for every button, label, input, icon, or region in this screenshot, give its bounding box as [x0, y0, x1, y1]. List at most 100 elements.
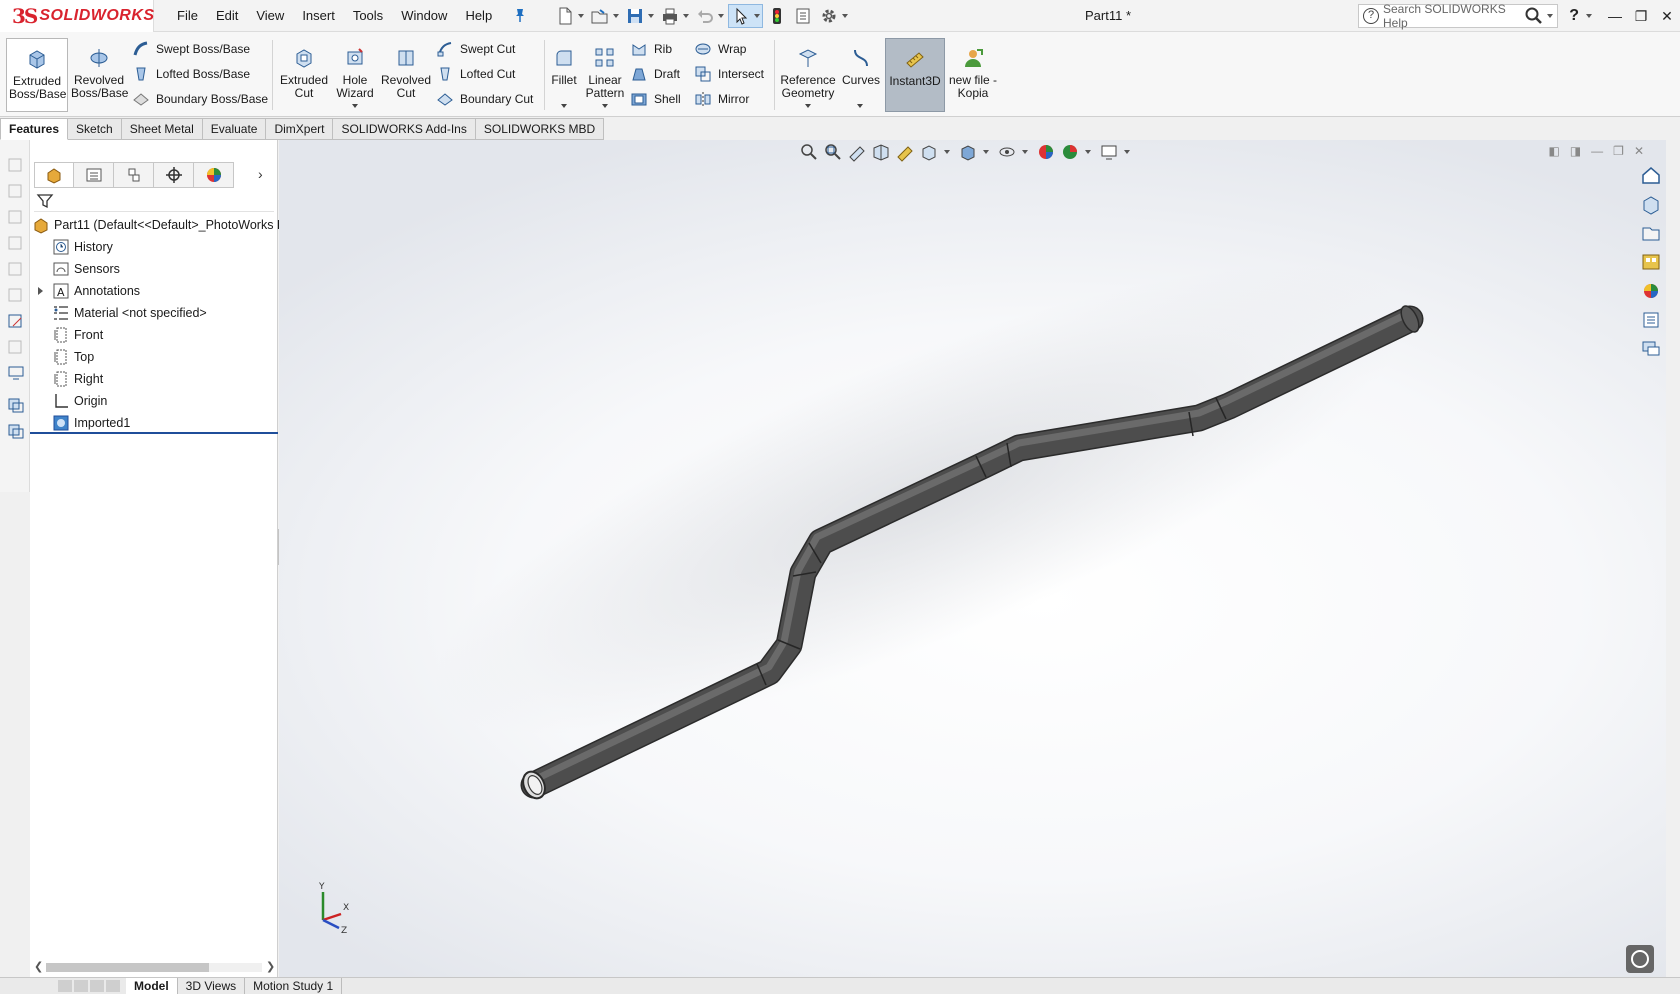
minimize-button[interactable]: — [1602, 8, 1628, 24]
fillet-button[interactable]: Fillet [548, 38, 580, 112]
draft-button[interactable]: Draft [630, 63, 680, 85]
file-explorer-icon[interactable] [1640, 222, 1662, 244]
tree-item-top-plane[interactable]: Top [30, 346, 278, 368]
undo-button[interactable] [693, 4, 726, 28]
curves-button[interactable]: Curves [840, 38, 882, 112]
tab-evaluate[interactable]: Evaluate [202, 118, 267, 140]
tab-features[interactable]: Features [0, 118, 69, 140]
rollback-bar[interactable] [30, 432, 278, 434]
search-input[interactable]: Search SOLIDWORKS Help [1383, 2, 1524, 30]
save-button[interactable] [623, 4, 656, 28]
strip-tool-icon[interactable] [7, 234, 25, 252]
strip-tool-icon[interactable] [7, 286, 25, 304]
open-button[interactable] [588, 4, 621, 28]
new-document-button[interactable] [553, 4, 586, 28]
shell-button[interactable]: Shell [630, 88, 681, 110]
reference-geometry-button[interactable]: Reference Geometry [778, 38, 838, 112]
forum-icon[interactable] [1640, 338, 1662, 360]
options-button[interactable] [817, 4, 850, 28]
pin-menu-icon[interactable] [511, 7, 529, 25]
scroll-left-icon[interactable]: ❮ [34, 960, 43, 973]
appearances-icon[interactable] [1640, 280, 1662, 302]
tab-feature-tree[interactable] [34, 162, 74, 188]
expand-panel-chevron-icon[interactable]: › [258, 166, 263, 182]
filter-funnel-icon[interactable] [36, 192, 54, 210]
strip-tool-icon[interactable] [7, 182, 25, 200]
boundary-cut-button[interactable]: Boundary Cut [436, 88, 533, 110]
select-button[interactable] [728, 3, 764, 28]
expand-arrow-icon[interactable] [38, 287, 43, 295]
tree-filter[interactable] [34, 190, 274, 212]
instant3d-button[interactable]: Instant3D [885, 38, 945, 112]
custom-properties-icon[interactable] [1640, 309, 1662, 331]
strip-tool-icon[interactable] [7, 208, 25, 226]
first-tab-icon[interactable] [58, 980, 72, 992]
tree-item-imported1[interactable]: Imported1 [30, 412, 278, 434]
rib-button[interactable]: Rib [630, 38, 672, 60]
new-file-kopia-button[interactable]: new file - Kopia [948, 38, 998, 112]
design-library-icon[interactable] [1640, 193, 1662, 215]
view-palette-icon[interactable] [1640, 251, 1662, 273]
tab-solidworks-mbd[interactable]: SOLIDWORKS MBD [475, 118, 605, 140]
scroll-right-icon[interactable]: ❯ [266, 960, 275, 973]
strip-tool-icon[interactable] [7, 156, 25, 174]
tree-item-annotations[interactable]: A Annotations [30, 280, 278, 302]
next-tab-icon[interactable] [90, 980, 104, 992]
search-icon[interactable] [1524, 6, 1544, 26]
restore-button[interactable]: ❐ [1628, 8, 1654, 25]
graphics-viewport[interactable]: ◧ ◨ — ❐ ✕ Y X Z [279, 140, 1666, 977]
intersect-button[interactable]: Intersect [694, 63, 764, 85]
lofted-boss-button[interactable]: Lofted Boss/Base [132, 63, 250, 85]
file-properties-button[interactable] [791, 4, 815, 28]
3d-tube-model[interactable] [279, 140, 1666, 977]
rebuild-button[interactable] [765, 4, 789, 28]
extruded-cut-button[interactable]: Extruded Cut [278, 38, 330, 112]
search-box[interactable]: ? Search SOLIDWORKS Help [1358, 2, 1558, 30]
linear-pattern-button[interactable]: Linear Pattern [584, 38, 626, 112]
menu-tools[interactable]: Tools [344, 0, 392, 32]
tree-item-right-plane[interactable]: Right [30, 368, 278, 390]
extruded-boss-button[interactable]: Extruded Boss/Base [6, 38, 68, 112]
lofted-cut-button[interactable]: Lofted Cut [436, 63, 515, 85]
menu-file[interactable]: File [168, 0, 207, 32]
hole-wizard-button[interactable]: Hole Wizard [330, 38, 380, 112]
close-button[interactable]: ✕ [1654, 8, 1680, 25]
layers-tool-icon[interactable] [7, 396, 25, 414]
swept-cut-button[interactable]: Swept Cut [436, 38, 515, 60]
rotate-view-button[interactable] [1626, 945, 1654, 973]
tab-3d-views[interactable]: 3D Views [178, 978, 246, 994]
tab-dimxpert[interactable]: DimXpert [266, 118, 334, 140]
menu-window[interactable]: Window [392, 0, 456, 32]
tab-sheet-metal[interactable]: Sheet Metal [121, 118, 203, 140]
help-button[interactable]: ? [1569, 7, 1579, 25]
tab-model[interactable]: Model [126, 978, 178, 994]
tree-item-origin[interactable]: Origin [30, 390, 278, 412]
tree-item-front-plane[interactable]: Front [30, 324, 278, 346]
last-tab-icon[interactable] [106, 980, 120, 992]
scroll-thumb[interactable] [46, 963, 209, 972]
tree-item-history[interactable]: History [30, 236, 278, 258]
tree-item-sensors[interactable]: Sensors [30, 258, 278, 280]
tab-motion-study-1[interactable]: Motion Study 1 [245, 978, 343, 994]
revolved-boss-button[interactable]: Revolved Boss/Base [68, 38, 130, 112]
tree-horizontal-scrollbar[interactable]: ❮ ❯ [30, 958, 278, 976]
menu-view[interactable]: View [247, 0, 293, 32]
tab-solidworks-add-ins[interactable]: SOLIDWORKS Add-Ins [333, 118, 476, 140]
swept-boss-button[interactable]: Swept Boss/Base [132, 38, 250, 60]
mirror-button[interactable]: Mirror [694, 88, 749, 110]
tab-configuration-manager[interactable] [114, 162, 154, 188]
revolved-cut-button[interactable]: Revolved Cut [380, 38, 432, 112]
menu-insert[interactable]: Insert [293, 0, 344, 32]
boundary-boss-button[interactable]: Boundary Boss/Base [132, 88, 268, 110]
solidworks-logo[interactable]: 3S SOLIDWORKS [0, 0, 154, 32]
sketch-tool-icon[interactable] [7, 312, 25, 330]
menu-help[interactable]: Help [456, 0, 501, 32]
strip-tool-icon[interactable] [7, 338, 25, 356]
wrap-button[interactable]: Wrap [694, 38, 746, 60]
tab-sketch[interactable]: Sketch [68, 118, 122, 140]
tab-dimxpert-manager[interactable] [154, 162, 194, 188]
layers-tool-icon[interactable] [7, 422, 25, 440]
tree-item-material[interactable]: Material <not specified> [30, 302, 278, 324]
tab-property-manager[interactable] [74, 162, 114, 188]
tab-display-manager[interactable] [194, 162, 234, 188]
